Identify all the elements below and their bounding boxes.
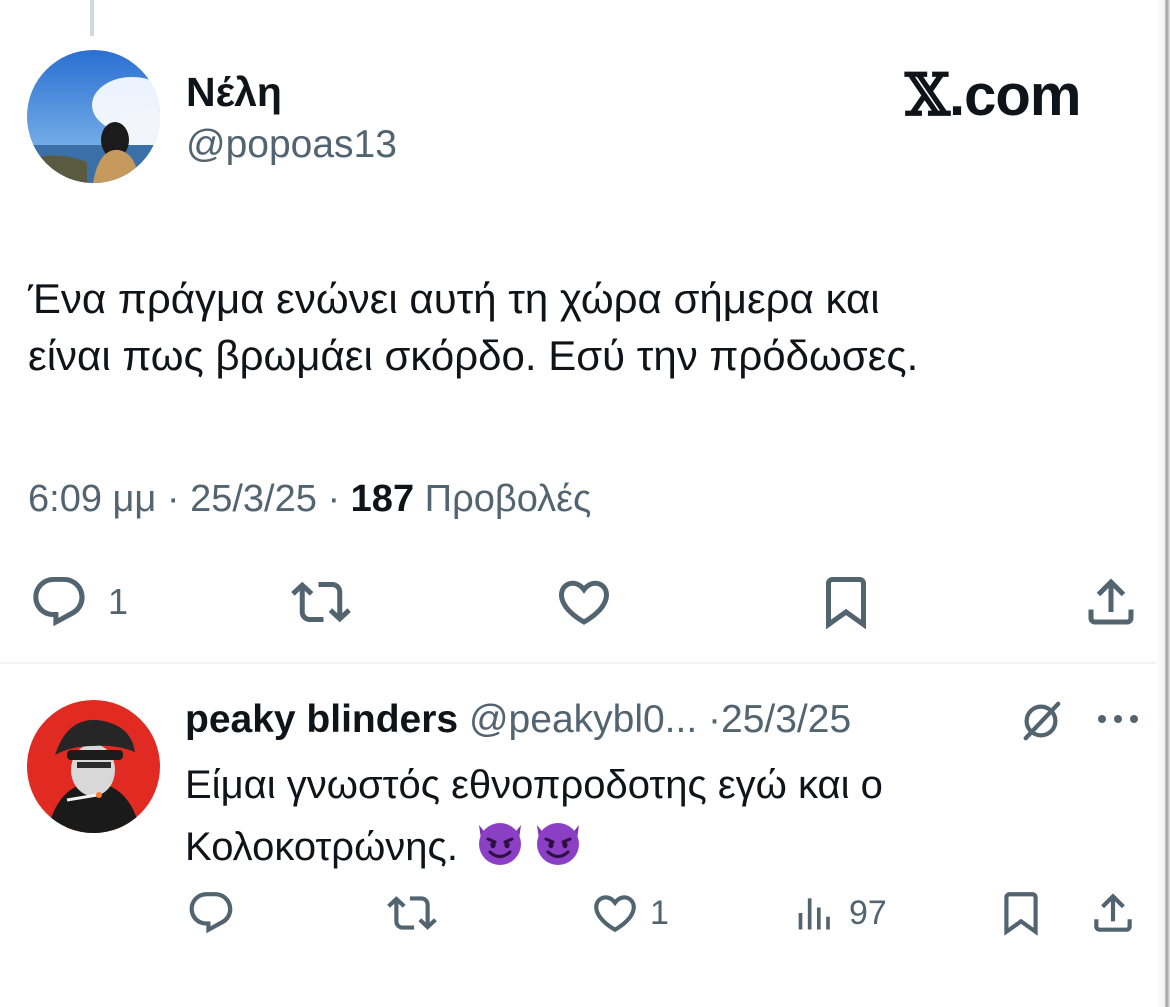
share-button[interactable]	[1080, 572, 1142, 632]
tweet-text-line: είναι πως βρωμάει σκόρδο. Εσύ την πρόδωσ…	[28, 332, 919, 379]
grok-button[interactable]	[1015, 698, 1067, 749]
tweet-date[interactable]: 25/3/25	[190, 478, 317, 520]
reply-header: peaky blinders @peakybl0... ·25/3/25	[185, 697, 851, 743]
reply-bookmark-button[interactable]	[996, 888, 1046, 938]
tweet-action-bar: 1	[0, 572, 1170, 632]
x-com-watermark: 𝕏.com	[905, 61, 1081, 129]
meta-separator: ·	[166, 478, 180, 520]
reply-avatar[interactable]	[27, 700, 160, 833]
brand-suffix: .com	[949, 63, 1081, 128]
views-label: Προβολές	[424, 478, 592, 520]
more-dots-icon	[1098, 715, 1138, 723]
reply-text-line2: Κολοκοτρώνης.	[185, 825, 458, 870]
like-count: 1	[650, 893, 669, 932]
retweet-icon	[291, 581, 351, 623]
reply-like-button[interactable]: 1	[590, 888, 669, 938]
reply-views-button[interactable]: 97	[795, 888, 887, 938]
like-button[interactable]	[553, 572, 615, 632]
reply-share-button[interactable]	[1088, 888, 1138, 938]
tweet-metadata: 6:09 μμ · 25/3/25 · 187 Προβολές	[28, 476, 591, 522]
username-handle[interactable]: @popoas13	[186, 122, 397, 168]
smiling-devil-icon	[473, 815, 527, 884]
share-icon	[1088, 578, 1134, 625]
meta-separator: ·	[708, 698, 722, 741]
share-icon	[1094, 893, 1132, 932]
bookmark-button[interactable]	[815, 572, 877, 632]
grok-icon	[1023, 701, 1061, 741]
divider	[0, 662, 1156, 664]
more-options-button[interactable]	[1095, 704, 1141, 739]
reply-button[interactable]: 1	[28, 572, 128, 632]
reply-username-handle[interactable]: @peakybl0...	[469, 698, 697, 741]
meta-separator: ·	[327, 478, 341, 520]
heart-icon	[594, 895, 636, 933]
retweet-icon	[387, 896, 437, 930]
heart-icon	[558, 580, 610, 625]
reply-icon	[189, 892, 233, 934]
smiling-devil-icon	[531, 815, 585, 884]
thread-connector-line	[90, 0, 94, 36]
reply-action-bar: 1 97	[0, 888, 1170, 948]
tweet-time[interactable]: 6:09 μμ	[28, 478, 156, 520]
reply-date[interactable]: 25/3/25	[721, 698, 851, 741]
reply-display-name[interactable]: peaky blinders	[185, 698, 458, 741]
reply-icon	[33, 577, 85, 627]
display-name[interactable]: Νέλη	[186, 68, 282, 116]
x-logo-icon: 𝕏	[905, 61, 950, 129]
views-count: 187	[350, 478, 415, 520]
avatar[interactable]	[27, 50, 160, 183]
analytics-icon	[798, 898, 830, 930]
reply-reply-button[interactable]	[186, 888, 236, 938]
bookmark-icon	[826, 577, 866, 630]
reply-text: Είμαι γνωστός εθνοπροδοτης εγώ και ο Κολ…	[185, 755, 1045, 884]
reply-count: 1	[108, 581, 129, 622]
tweet-text-line: Ένα πράγμα ενώνει αυτή τη χώρα σήμερα κα…	[28, 275, 880, 322]
reply-text-line: Κολοκοτρώνης.	[185, 815, 1045, 884]
reply-text-line: Είμαι γνωστός εθνοπροδοτης εγώ και ο	[185, 763, 883, 807]
page-edge	[1156, 0, 1170, 1007]
retweet-button[interactable]	[285, 572, 357, 632]
tweet-text: Ένα πράγμα ενώνει αυτή τη χώρα σήμερα κα…	[28, 270, 1128, 384]
reply-retweet-button[interactable]	[384, 888, 440, 938]
views-count: 97	[849, 893, 887, 932]
bookmark-icon	[1004, 892, 1038, 936]
